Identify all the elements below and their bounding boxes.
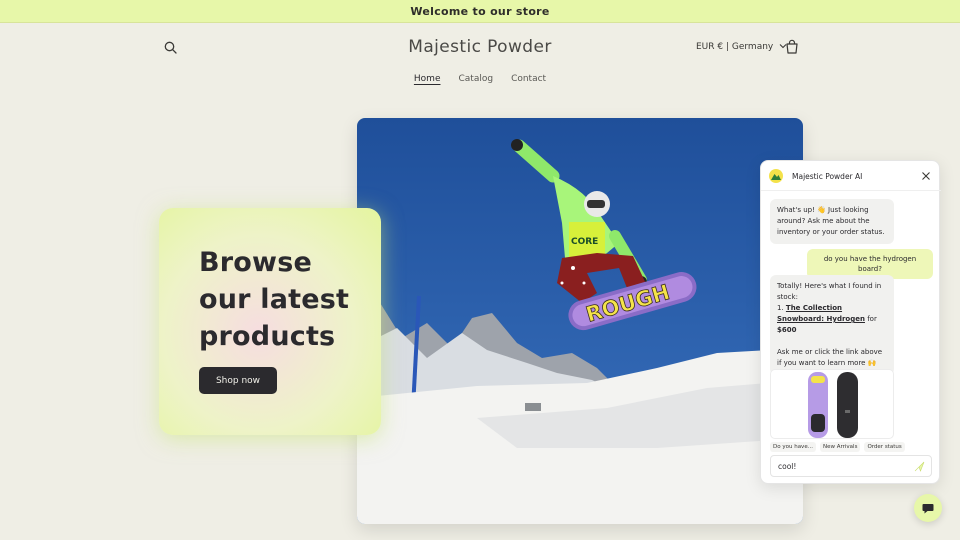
nav-contact[interactable]: Contact	[509, 74, 548, 84]
chip-do-you-have[interactable]: Do you have...	[770, 442, 816, 452]
chat-widget: Majestic Powder AI What's up! 👋 Just loo…	[760, 160, 941, 484]
shop-now-button[interactable]: Shop now	[199, 367, 277, 394]
bot-message: What's up! 👋 Just looking around? Ask me…	[770, 199, 894, 244]
nav-home[interactable]: Home	[412, 74, 443, 84]
hero-title: Browse our latest products	[199, 247, 350, 352]
bot-outro: Ask me or click the link above if you wa…	[777, 348, 883, 367]
close-icon[interactable]	[921, 171, 931, 181]
chat-input[interactable]: cool!	[770, 455, 932, 477]
store-logo[interactable]: Majestic Powder	[0, 37, 960, 57]
product-card[interactable]	[770, 369, 894, 439]
currency-selector[interactable]: EUR € | Germany	[696, 42, 787, 52]
chat-title: Majestic Powder AI	[792, 172, 863, 181]
chip-new-arrivals[interactable]: New Arrivals	[819, 442, 861, 452]
cart-icon[interactable]	[784, 39, 800, 55]
announcement-bar: Welcome to our store	[0, 0, 960, 23]
chat-launcher-button[interactable]	[914, 494, 942, 522]
main-nav: Home Catalog Contact	[0, 74, 960, 84]
send-icon[interactable]	[914, 461, 925, 472]
svg-text:CORE: CORE	[571, 237, 598, 247]
chat-input-value: cool!	[778, 462, 797, 471]
hero-image: CORE ROUGH	[357, 118, 803, 524]
hero-card: Browse our latest products Shop now	[159, 208, 381, 435]
chip-order-status[interactable]: Order status	[864, 442, 905, 452]
bot-intro: Totally! Here's what I found in stock:	[777, 282, 882, 301]
product-price: $600	[777, 326, 797, 334]
chat-bubble-icon	[922, 499, 934, 518]
product-result: 1. The Collection Snowboard: Hydrogen fo…	[777, 303, 887, 336]
product-link[interactable]: The Collection Snowboard: Hydrogen	[777, 304, 865, 323]
bot-message: Totally! Here's what I found in stock: 1…	[770, 275, 894, 375]
chat-header: Majestic Powder AI	[761, 161, 941, 191]
site-header: Majestic Powder EUR € | Germany Home Cat…	[0, 23, 960, 95]
search-icon[interactable]	[162, 39, 180, 57]
currency-label: EUR € | Germany	[696, 42, 774, 52]
suggestion-chips: Do you have... New Arrivals Order status	[770, 442, 905, 452]
for-text: for	[867, 315, 877, 323]
nav-catalog[interactable]: Catalog	[456, 74, 495, 84]
chat-avatar	[769, 169, 783, 183]
snowboard-image-black	[837, 372, 858, 438]
item-number: 1.	[777, 304, 784, 312]
announcement-text: Welcome to our store	[410, 4, 550, 18]
